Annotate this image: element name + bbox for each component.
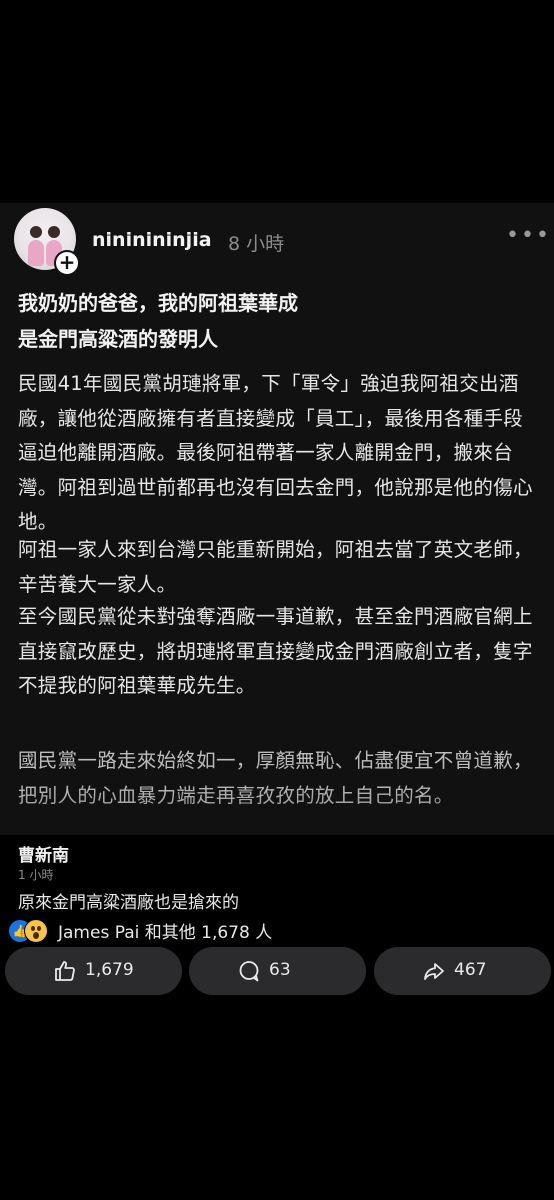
like-button[interactable]: 1,679: [5, 947, 182, 995]
post-paragraph: 民國41年國民黨胡璉將軍，下「軍令」強迫我阿祖交出酒廠，讓他從酒廠擁有者直接變成…: [18, 372, 533, 533]
top-black-area: [0, 0, 554, 203]
post-title-line: 是金門高粱酒的發明人: [18, 327, 218, 351]
comment-bubble-icon: [239, 961, 259, 982]
wow-eye: [31, 926, 35, 931]
post-time: 8 小時: [228, 233, 285, 255]
comment-button[interactable]: 63: [189, 947, 366, 995]
share-button[interactable]: 467: [374, 947, 551, 995]
post-paragraph: 阿祖一家人來到台灣只能重新開始，阿祖去當了英文老師，辛苦養大一家人。: [18, 538, 533, 596]
share-arrow-icon: [424, 963, 444, 980]
wow-mouth: [33, 932, 39, 939]
comment-count: 63: [269, 960, 291, 980]
wow-eye: [37, 926, 41, 931]
avatar-figure-head: [48, 226, 60, 238]
comment-author[interactable]: 曹新南: [18, 841, 69, 866]
comment-text: 原來金門高粱酒廠也是搶來的: [18, 893, 239, 913]
wow-icon: [24, 919, 48, 943]
share-count: 467: [454, 960, 487, 980]
post-paragraph: 至今國民黨從未對強奪酒廠一事道歉，甚至金門酒廠官網上直接竄改歷史，將胡璉將軍直接…: [18, 605, 533, 697]
post-username[interactable]: nininininjia: [92, 229, 212, 251]
more-options-icon[interactable]: •••: [506, 225, 549, 247]
post-title-line: 我奶奶的爸爸，我的阿祖葉華成: [18, 291, 298, 315]
avatar-figure-head: [30, 226, 42, 238]
thumbs-up-icon: [55, 961, 75, 981]
avatar-figure: [28, 240, 44, 266]
text-fade-overlay: [0, 780, 554, 836]
reactions-text: James Pai 和其他 1,678 人: [58, 923, 273, 943]
follow-plus-icon[interactable]: +: [54, 250, 80, 276]
like-count: 1,679: [85, 960, 134, 980]
comment-time: 1 小時: [18, 868, 54, 882]
